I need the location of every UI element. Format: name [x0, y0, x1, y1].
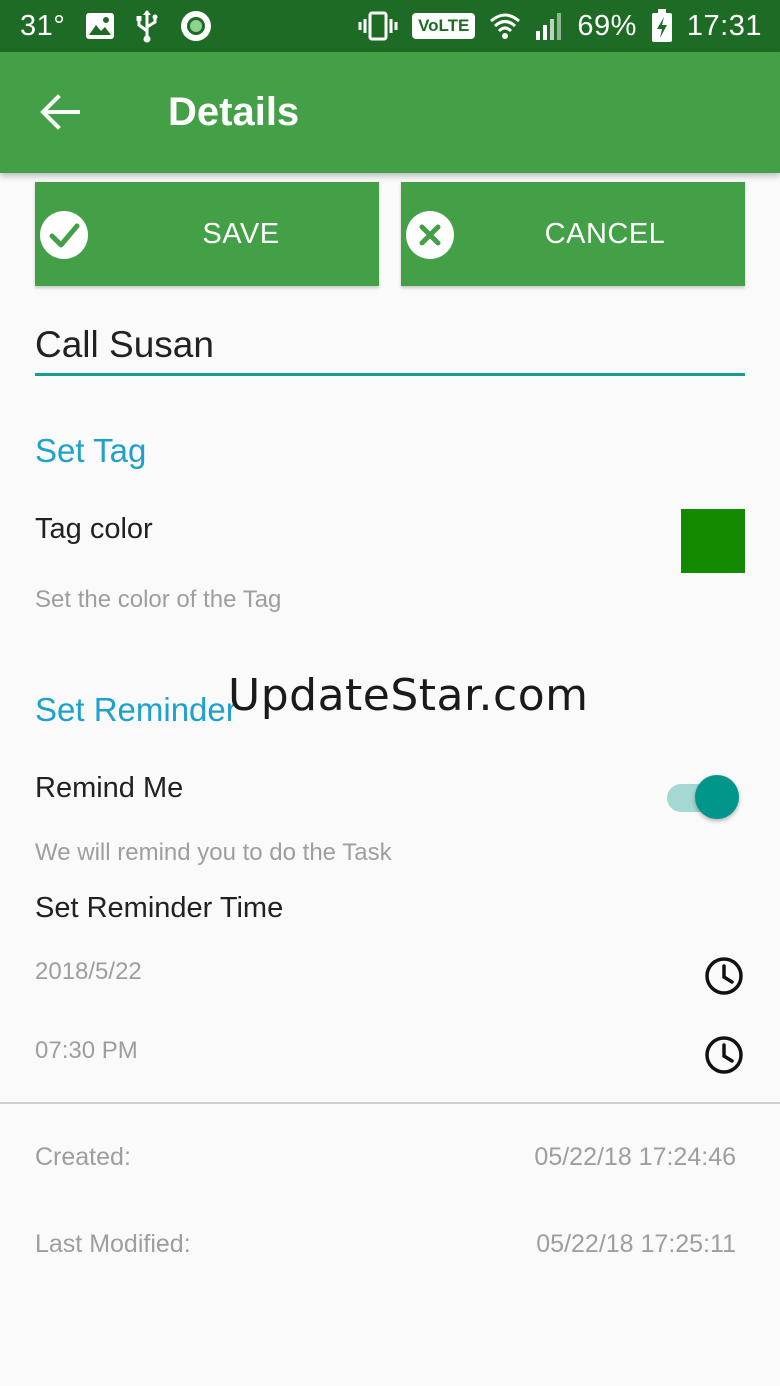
divider [0, 1102, 780, 1104]
task-title-input[interactable] [35, 316, 745, 376]
tag-color-swatch[interactable] [681, 509, 745, 573]
clock-icon[interactable] [703, 1034, 745, 1076]
created-value: 05/22/18 17:24:46 [534, 1143, 736, 1171]
wifi-icon [489, 11, 521, 41]
reminder-time-title: Set Reminder Time [35, 892, 284, 924]
remind-me-summary: We will remind you to do the Task [35, 839, 392, 866]
last-modified-value: 05/22/18 17:25:11 [536, 1230, 736, 1258]
set-tag-heading: Set Tag [35, 432, 147, 469]
back-button[interactable] [30, 82, 90, 142]
save-label: SAVE [202, 217, 280, 250]
record-icon [179, 9, 213, 43]
clock-text: 17:31 [686, 9, 762, 42]
back-arrow-icon [40, 94, 80, 130]
signal-icon [535, 11, 563, 41]
app-bar: Details [0, 52, 780, 173]
image-icon [85, 12, 115, 40]
status-bar: 31° VoLTE 69% 17:31 [0, 0, 780, 52]
reminder-time[interactable]: 07:30 PM [35, 1037, 138, 1065]
remind-me-title: Remind Me [35, 772, 184, 804]
remind-me-switch[interactable] [667, 775, 739, 821]
clock-icon[interactable] [703, 955, 745, 997]
watermark-text: UpdateStar.com [228, 670, 589, 721]
cancel-label: CANCEL [544, 217, 666, 250]
tag-color-summary: Set the color of the Tag [35, 586, 282, 613]
last-modified-label: Last Modified: [35, 1230, 191, 1258]
vibrate-icon [358, 11, 398, 41]
page-title: Details [168, 90, 300, 134]
cancel-button[interactable]: CANCEL [401, 182, 745, 286]
set-reminder-heading: Set Reminder [35, 691, 237, 728]
save-button[interactable]: SAVE [35, 182, 379, 286]
usb-icon [135, 9, 159, 43]
battery-charging-icon [651, 9, 673, 43]
battery-percent: 69% [577, 9, 637, 42]
tag-color-title: Tag color [35, 513, 153, 545]
volte-badge: VoLTE [412, 13, 476, 39]
switch-thumb [695, 775, 739, 819]
temperature-text: 31° [20, 9, 66, 42]
created-label: Created: [35, 1143, 131, 1171]
reminder-date[interactable]: 2018/5/22 [35, 958, 142, 986]
